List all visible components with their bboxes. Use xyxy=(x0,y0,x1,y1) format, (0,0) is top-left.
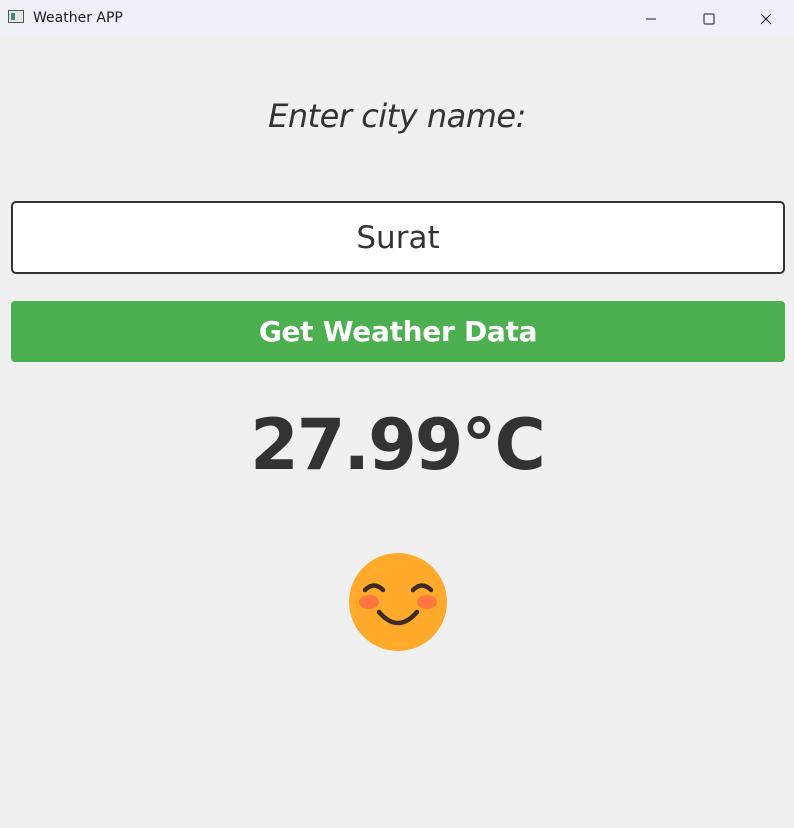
minimize-button[interactable] xyxy=(622,0,680,37)
maximize-button[interactable] xyxy=(680,0,738,37)
app-window-icon xyxy=(8,10,24,23)
get-weather-data-button[interactable]: Get Weather Data xyxy=(11,301,785,362)
city-name-label: Enter city name: xyxy=(268,97,526,135)
smiling-face-emoji-icon xyxy=(349,553,447,651)
emoji-right-cheek xyxy=(417,595,437,609)
maximize-icon xyxy=(703,13,715,24)
temperature-readout: 27.99°C xyxy=(250,404,546,486)
app-icon-pane xyxy=(11,13,15,20)
emoji-left-cheek xyxy=(359,595,379,609)
close-button[interactable] xyxy=(738,0,794,37)
minimize-icon xyxy=(646,18,656,19)
window-title: Weather APP xyxy=(33,10,123,26)
city-name-input[interactable] xyxy=(11,201,785,274)
weather-app-window: Weather APP Enter city name: Get Weather… xyxy=(0,0,794,828)
title-bar[interactable]: Weather APP xyxy=(0,0,794,37)
close-icon xyxy=(760,13,772,24)
